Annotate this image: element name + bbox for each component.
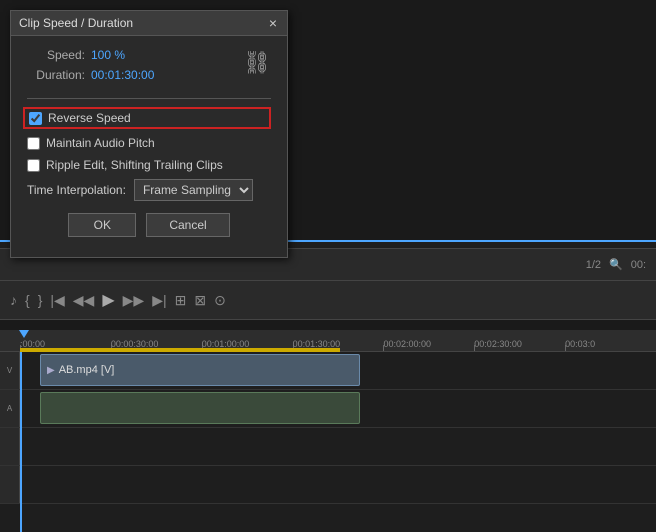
step-forward-icon[interactable]: ▶▶	[123, 292, 145, 309]
chain-icon: ⛓	[243, 50, 271, 76]
clip-name: AB.mp4 [V]	[59, 364, 115, 376]
video-track-label: V	[0, 352, 20, 389]
playback-fraction: 1/2	[586, 259, 601, 271]
dialog-buttons: OK Cancel	[27, 213, 271, 247]
empty-track-label-1	[0, 428, 20, 465]
maintain-audio-pitch-label: Maintain Audio Pitch	[46, 136, 155, 150]
marker-icon[interactable]: ♪	[10, 292, 17, 308]
dialog-close-button[interactable]: ×	[267, 16, 279, 30]
work-area-bar	[20, 348, 340, 352]
interpolation-select[interactable]: Frame Sampling Frame Blending Optical Fl…	[134, 179, 253, 201]
tracks-area: V ▶ AB.mp4 [V] A	[0, 352, 656, 532]
link-icon: ⛓	[243, 48, 271, 76]
speed-label: Speed:	[27, 48, 85, 62]
ruler-mark-4: 00:02:00:00	[383, 330, 474, 351]
dialog-titlebar: Clip Speed / Duration ×	[11, 11, 287, 36]
duration-value: 00:01:30:00	[91, 68, 154, 82]
duration-row: Duration: 00:01:30:00	[27, 68, 233, 82]
ruler-label-5: 00:02:30:00	[474, 339, 522, 349]
reverse-speed-checkbox[interactable]	[29, 112, 42, 125]
out-point-icon[interactable]: }	[38, 292, 43, 308]
dialog-title: Clip Speed / Duration	[19, 16, 133, 30]
play-icon[interactable]: ▶	[102, 290, 114, 310]
in-point-icon[interactable]: {	[25, 292, 30, 308]
playhead-marker	[19, 330, 29, 338]
speed-row: Speed: 100 %	[27, 48, 233, 62]
magnifier-icon: 🔍	[609, 258, 623, 271]
reverse-speed-row: Reverse Speed	[23, 107, 271, 129]
audio-track-id: A	[7, 404, 12, 413]
audio-track-row: A	[0, 390, 656, 428]
empty-track-2	[0, 466, 656, 504]
cancel-button[interactable]: Cancel	[146, 213, 229, 237]
ruler-mark-6: 00:03:0	[565, 330, 656, 351]
overwrite-icon[interactable]: ⊠	[194, 292, 206, 309]
empty-track-label-2	[0, 466, 20, 503]
sd-labels: Speed: 100 % Duration: 00:01:30:00	[27, 48, 233, 88]
timecode-display: 00:	[631, 259, 646, 271]
speed-duration-section: Speed: 100 % Duration: 00:01:30:00 ⛓	[27, 48, 271, 88]
ripple-edit-label: Ripple Edit, Shifting Trailing Clips	[46, 158, 223, 172]
audio-clip[interactable]	[40, 392, 360, 424]
maintain-audio-pitch-checkbox[interactable]	[27, 137, 40, 150]
maintain-audio-pitch-row: Maintain Audio Pitch	[27, 135, 271, 151]
transport-bar: ♪ { } |◀ ◀◀ ▶ ▶▶ ▶| ⊞ ⊠ ⊙	[0, 280, 656, 320]
reverse-speed-label: Reverse Speed	[48, 111, 131, 125]
camera-icon[interactable]: ⊙	[214, 292, 226, 309]
go-to-out-icon[interactable]: ▶|	[152, 292, 166, 309]
ruler-label-6: 00:03:0	[565, 339, 595, 349]
empty-track-1	[0, 428, 656, 466]
interpolation-row: Time Interpolation: Frame Sampling Frame…	[27, 179, 271, 201]
ruler-mark-5: 00:02:30:00	[474, 330, 565, 351]
clip-speed-dialog: Clip Speed / Duration × Speed: 100 % Dur…	[10, 10, 288, 258]
dialog-content: Speed: 100 % Duration: 00:01:30:00 ⛓ Rev…	[11, 36, 287, 257]
duration-label: Duration:	[27, 68, 85, 82]
insert-icon[interactable]: ⊞	[175, 292, 187, 309]
step-back-icon[interactable]: ◀◀	[73, 292, 95, 309]
ripple-edit-checkbox[interactable]	[27, 159, 40, 172]
ok-button[interactable]: OK	[68, 213, 136, 237]
speed-value: 100 %	[91, 48, 125, 62]
ripple-edit-row: Ripple Edit, Shifting Trailing Clips	[27, 157, 271, 173]
playhead-line	[20, 352, 22, 532]
divider	[27, 98, 271, 99]
video-track-row: V ▶ AB.mp4 [V]	[0, 352, 656, 390]
video-clip[interactable]: ▶ AB.mp4 [V]	[40, 354, 360, 386]
go-to-in-icon[interactable]: |◀	[50, 292, 64, 309]
video-track-id: V	[7, 366, 12, 375]
audio-track-label: A	[0, 390, 20, 427]
ruler-label-4: 00:02:00:00	[383, 339, 431, 349]
interpolation-label: Time Interpolation:	[27, 183, 126, 197]
clip-icon: ▶	[47, 365, 55, 376]
